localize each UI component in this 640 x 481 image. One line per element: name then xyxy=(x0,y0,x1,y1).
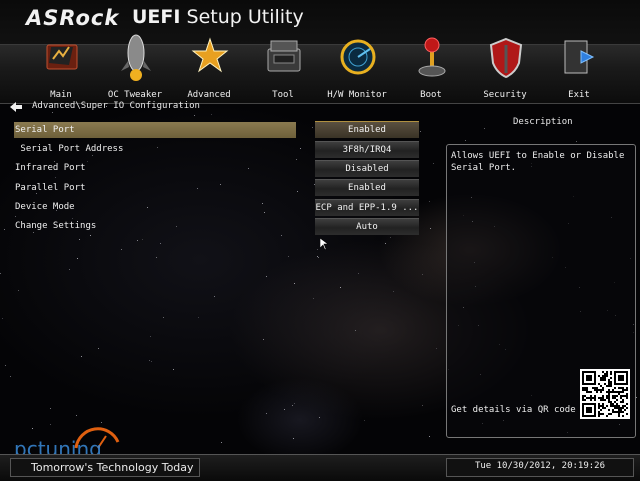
mouse-pointer-icon xyxy=(320,238,328,250)
setting-parallel-port[interactable]: Parallel Port xyxy=(14,180,296,196)
menu-label: Security xyxy=(483,90,527,100)
slogan: Tomorrow's Technology Today xyxy=(31,461,194,474)
setting-serial-port[interactable]: Serial Port xyxy=(14,122,296,138)
main-menu-bar: Main OC Tweaker Advanced Tool H/W Monito… xyxy=(0,34,640,104)
status-bar: Tomorrow's Technology Today Tue 10/30/20… xyxy=(0,454,640,481)
joystick-icon xyxy=(418,37,446,77)
menu-label: Exit xyxy=(568,90,590,100)
menu-label: Tool xyxy=(272,90,294,100)
clock-box: Tue 10/30/2012, 20:19:26 xyxy=(446,458,634,477)
setting-label: Parallel Port xyxy=(15,183,86,193)
qr-label: Get details via QR code xyxy=(451,405,576,415)
asrock-logo: ASRock xyxy=(26,6,120,30)
slogan-box: Tomorrow's Technology Today xyxy=(10,458,200,477)
date-time: Tue 10/30/2012, 20:19:26 xyxy=(474,461,606,471)
description-text: Allows UEFI to Enable or Disable Serial … xyxy=(451,151,625,173)
parallel-port-value[interactable]: Enabled xyxy=(315,179,419,196)
menu-label: Boot xyxy=(420,90,442,100)
setting-label: Serial Port Address xyxy=(15,144,124,154)
main-icon xyxy=(46,44,78,70)
setup-utility-label: Setup Utility xyxy=(186,6,304,28)
utility-title: UEFI Setup Utility xyxy=(132,6,304,28)
setting-label: Serial Port xyxy=(15,125,75,135)
device-mode-value[interactable]: ECP and EPP-1.9 ... xyxy=(315,199,419,216)
toolbox-icon xyxy=(267,40,301,72)
setting-label: Infrared Port xyxy=(15,163,86,173)
qr-code-icon[interactable] xyxy=(580,369,630,419)
menu-main[interactable]: Main xyxy=(24,44,98,103)
setting-change-settings[interactable]: Change Settings xyxy=(14,218,296,234)
menu-exit[interactable]: Exit xyxy=(542,40,616,103)
menu-hw-monitor[interactable]: H/W Monitor xyxy=(320,39,394,103)
radar-icon xyxy=(340,39,376,75)
shield-icon xyxy=(489,37,523,79)
serial-port-value[interactable]: Enabled xyxy=(315,121,419,138)
menu-tool[interactable]: Tool xyxy=(246,40,320,103)
rocket-icon xyxy=(121,34,151,81)
uefi-label: UEFI xyxy=(132,6,181,28)
change-settings-value[interactable]: Auto xyxy=(315,218,419,235)
description-panel: Allows UEFI to Enable or Disable Serial … xyxy=(446,144,636,438)
setting-serial-port-address[interactable]: Serial Port Address xyxy=(14,141,296,157)
menu-label: H/W Monitor xyxy=(327,90,387,100)
breadcrumb-path: Advanced\Super IO Configuration xyxy=(32,101,200,111)
setting-device-mode[interactable]: Device Mode xyxy=(14,199,296,215)
menu-label: Advanced xyxy=(187,90,231,100)
description-title: Description xyxy=(513,117,573,127)
star-icon xyxy=(191,37,229,73)
infrared-port-value[interactable]: Disabled xyxy=(315,160,419,177)
menu-security[interactable]: Security xyxy=(468,37,542,103)
setting-infrared-port[interactable]: Infrared Port xyxy=(14,160,296,176)
menu-label: OC Tweaker xyxy=(107,90,163,100)
back-arrow-icon[interactable] xyxy=(10,102,22,112)
menu-label: Main xyxy=(50,90,72,100)
exit-door-icon xyxy=(564,40,595,74)
serial-port-address-value[interactable]: 3F8h/IRQ4 xyxy=(315,141,419,158)
menu-oc-tweaker[interactable]: OC Tweaker xyxy=(98,34,172,103)
menu-boot[interactable]: Boot xyxy=(394,37,468,103)
title-bar: ASRock UEFI Setup Utility xyxy=(0,0,640,44)
setting-label: Change Settings xyxy=(15,221,97,231)
menu-advanced[interactable]: Advanced xyxy=(172,37,246,103)
setting-label: Device Mode xyxy=(15,202,75,212)
